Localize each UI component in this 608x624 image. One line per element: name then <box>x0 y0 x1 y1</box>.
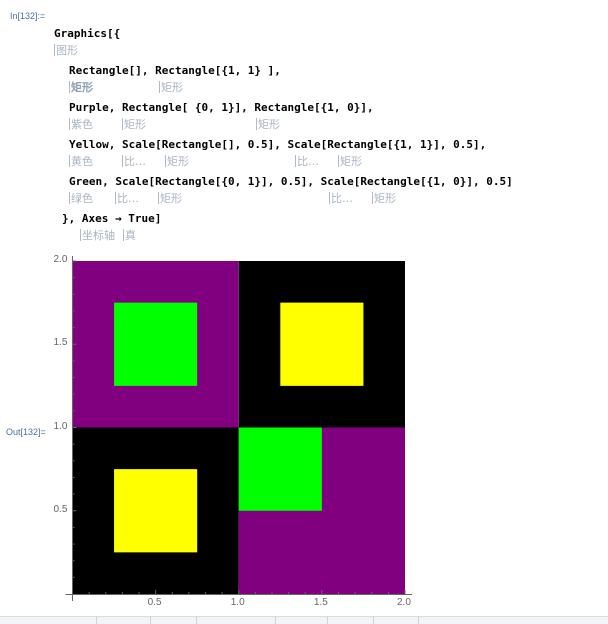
y-tick-label: 2.0 <box>53 254 68 265</box>
y-tick-label: 1.0 <box>53 420 68 432</box>
x-tick-label: 0.5 <box>147 597 162 608</box>
scaled-rect-0-0 <box>114 469 198 553</box>
x-tick-label: 2.0 <box>397 597 411 608</box>
graphics-output[interactable] <box>0 0 608 623</box>
y-tick-label: 1.5 <box>53 337 68 349</box>
scaled-rect-0-1 <box>114 302 198 386</box>
x-tick-label: 1.5 <box>313 597 328 608</box>
y-tick-label: 0.5 <box>53 503 68 515</box>
scaled-rect-1-0 <box>238 427 322 511</box>
x-tick-label: 1.0 <box>230 597 245 608</box>
scaled-rect-1-1 <box>280 302 364 386</box>
